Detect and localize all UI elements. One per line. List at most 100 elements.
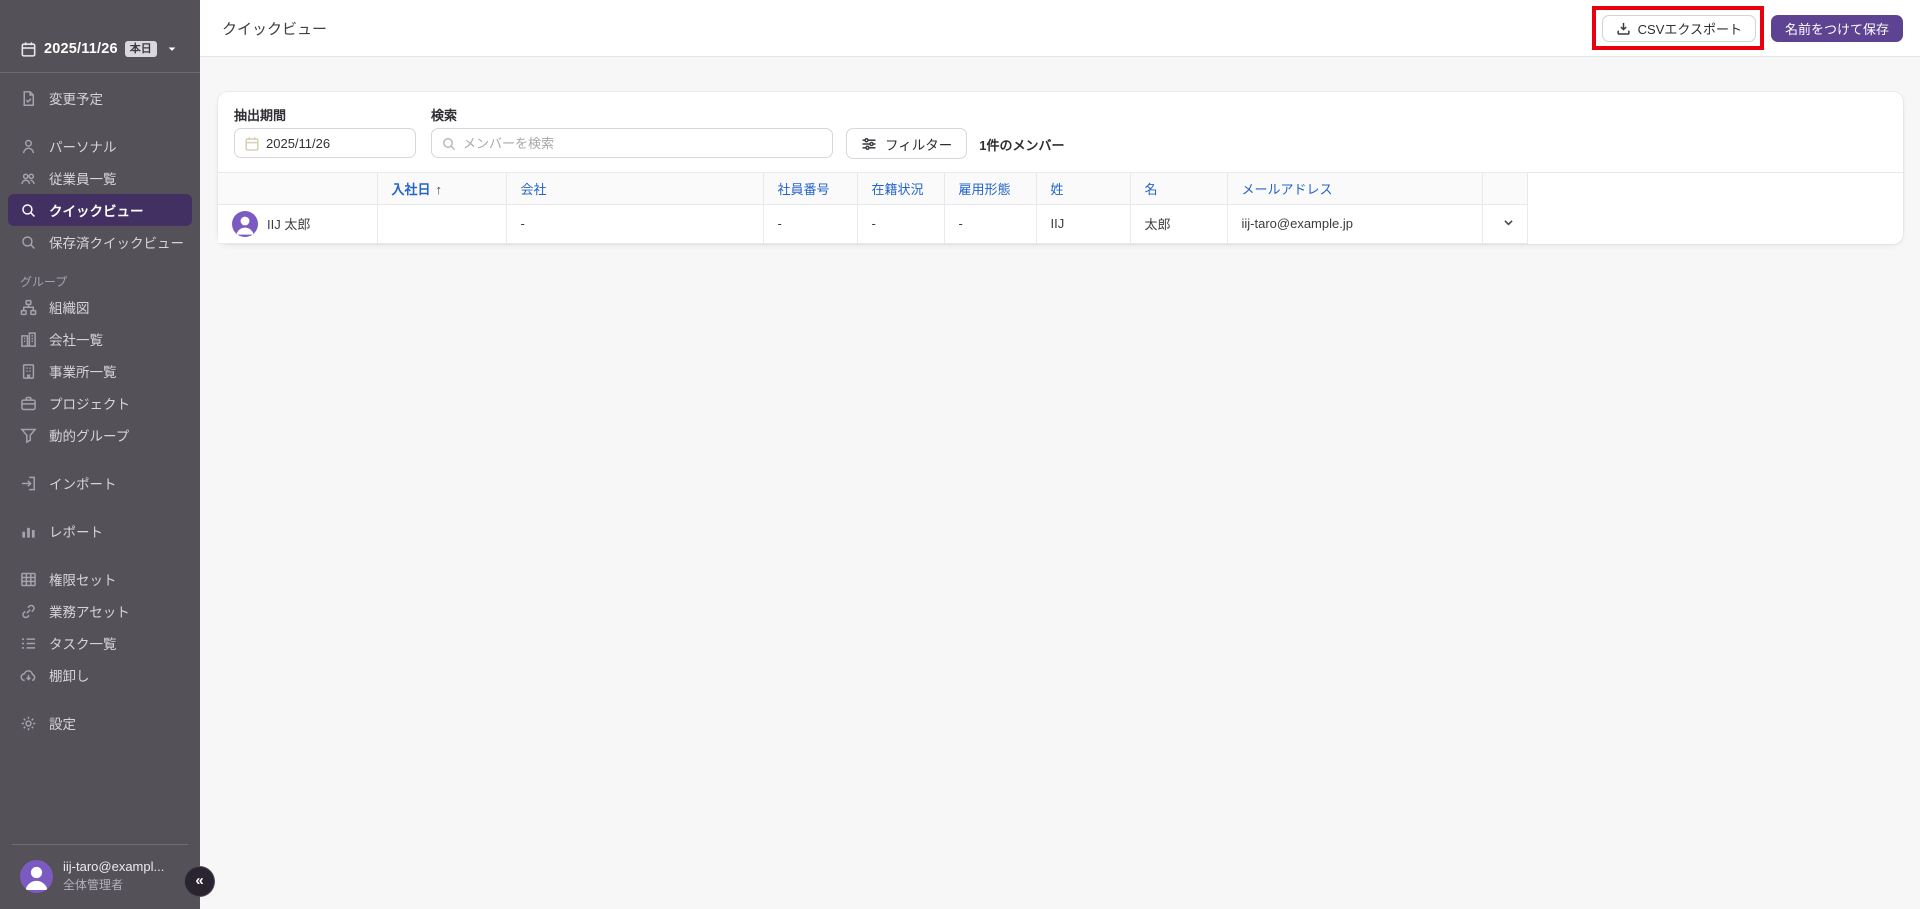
column-label[interactable]: 姓 <box>1051 182 1064 197</box>
sidebar-item-project[interactable]: プロジェクト <box>0 387 200 419</box>
sidebar-item-label: 事業所一覧 <box>49 365 117 380</box>
period-filter-group: 抽出期間 <box>234 105 416 158</box>
user-avatar <box>20 859 53 893</box>
sidebar-item-task-list[interactable]: タスク一覧 <box>0 627 200 659</box>
filter-button[interactable]: フィルター <box>846 128 968 159</box>
search-input-box <box>431 128 833 158</box>
sidebar-item-report[interactable]: レポート <box>0 515 200 547</box>
sidebar-item-inventory[interactable]: 棚卸し <box>0 659 200 691</box>
sidebar-footer: iij-taro@exampl... 全体管理者 <box>0 830 200 909</box>
user-account[interactable]: iij-taro@exampl... 全体管理者 <box>0 859 200 893</box>
topbar: クイックビュー CSVエクスポート 名前をつけて保存 <box>200 0 1920 57</box>
link-icon <box>20 603 37 620</box>
sidebar-item-label: 棚卸し <box>49 669 90 684</box>
search-icon <box>20 234 37 251</box>
app-root: 2025/11/26 本日 変更予定 パーソナル 従業員一覧 クイックビュー 保存済クイ… <box>0 0 1920 909</box>
sidebar-item-office-list[interactable]: 事業所一覧 <box>0 355 200 387</box>
sidebar-item-settings[interactable]: 設定 <box>0 707 200 739</box>
sidebar-item-company-list[interactable]: 会社一覧 <box>0 323 200 355</box>
table-body: IIJ 太郎 - - - - IIJ 太郎 iij-taro@example.jp <box>218 204 1528 244</box>
save-as-button[interactable]: 名前をつけて保存 <box>1770 14 1903 42</box>
column-label[interactable]: 在籍状況 <box>872 182 924 197</box>
sidebar-item-change-schedule[interactable]: 変更予定 <box>0 82 200 114</box>
sidebar-item-business-asset[interactable]: 業務アセット <box>0 595 200 627</box>
column-header-email[interactable]: メールアドレス <box>1227 173 1483 205</box>
task-list-icon <box>20 635 37 652</box>
gear-icon <box>20 715 37 732</box>
user-meta: iij-taro@exampl... 全体管理者 <box>63 859 164 893</box>
column-header-employment-type[interactable]: 雇用形態 <box>944 173 1037 205</box>
caret-down-icon <box>166 43 178 55</box>
sidebar-item-dynamic-group[interactable]: 動的グループ <box>0 419 200 451</box>
column-label[interactable]: 雇用形態 <box>959 182 1011 197</box>
column-label[interactable]: 入社日 <box>392 182 431 197</box>
filter-button-label: フィルター <box>885 137 953 153</box>
column-label[interactable]: メールアドレス <box>1242 182 1333 197</box>
column-label[interactable]: 社員番号 <box>778 182 830 197</box>
today-badge: 本日 <box>124 40 157 58</box>
member-name: IIJ 太郎 <box>267 217 311 232</box>
column-header-last-name[interactable]: 姓 <box>1036 173 1131 205</box>
grid-icon <box>20 571 37 588</box>
column-label[interactable]: 会社 <box>521 182 547 197</box>
sidebar-item-employee-list[interactable]: 従業員一覧 <box>0 162 200 194</box>
column-header-first-name[interactable]: 名 <box>1130 173 1228 205</box>
person-icon <box>20 138 37 155</box>
members-table: 入社日 ↑ 会社 社員番号 在籍状況 雇用形態 姓 名 メールアドレス IIJ 太郎 - - - - II… <box>218 173 1528 244</box>
sidebar-item-org-chart[interactable]: 組織図 <box>0 291 200 323</box>
sidebar-item-label: 組織図 <box>49 301 90 316</box>
sidebar-item-personal[interactable]: パーソナル <box>0 130 200 162</box>
sidebar-collapse-button[interactable]: « <box>184 866 215 897</box>
people-icon <box>20 170 37 187</box>
sidebar-item-label: 変更予定 <box>49 92 103 107</box>
sort-asc-icon: ↑ <box>435 181 443 197</box>
sidebar-nav: 変更予定 パーソナル 従業員一覧 クイックビュー 保存済クイックビュー グループ 組織図 会社… <box>0 82 200 739</box>
sidebar-divider <box>0 72 200 73</box>
date-selector[interactable]: 2025/11/26 本日 <box>0 36 200 62</box>
selected-date: 2025/11/26 <box>44 41 118 57</box>
member-link[interactable]: IIJ 太郎 <box>232 210 369 237</box>
column-header-employee-no[interactable]: 社員番号 <box>763 173 858 205</box>
sidebar-item-label: 保存済クイックビュー <box>49 236 184 251</box>
topbar-actions: CSVエクスポート 名前をつけて保存 <box>1591 5 1903 50</box>
table-row: IIJ 太郎 - - - - IIJ 太郎 iij-taro@example.jp <box>218 204 1528 244</box>
sidebar-item-quick-view[interactable]: クイックビュー <box>8 194 192 226</box>
sidebar-item-label: 会社一覧 <box>49 333 103 348</box>
search-icon <box>441 136 457 152</box>
column-label[interactable]: 名 <box>1145 182 1158 197</box>
sidebar-item-import[interactable]: インポート <box>0 467 200 499</box>
calendar-icon <box>244 136 260 152</box>
search-input[interactable] <box>432 129 832 157</box>
csv-export-button[interactable]: CSVエクスポート <box>1601 14 1756 42</box>
table-header-row: 入社日 ↑ 会社 社員番号 在籍状況 雇用形態 姓 名 メールアドレス <box>218 173 1528 205</box>
save-as-label: 名前をつけて保存 <box>1784 21 1889 37</box>
search-icon <box>20 202 37 219</box>
search-filter-group: 検索 <box>431 105 833 158</box>
sidebar-group: 設定 <box>0 707 200 739</box>
sidebar-item-label: 権限セット <box>49 573 117 588</box>
sidebar-item-label: インポート <box>49 477 117 492</box>
sidebar-item-label: レポート <box>49 525 103 540</box>
column-header-hire-date[interactable]: 入社日 ↑ <box>377 173 507 205</box>
sidebar-group: レポート <box>0 515 200 547</box>
bar-chart-icon <box>20 523 37 540</box>
user-email: iij-taro@exampl... <box>63 859 165 874</box>
sidebar-group: パーソナル 従業員一覧 クイックビュー保存済クイックビュー <box>0 130 200 258</box>
column-header-company[interactable]: 会社 <box>506 173 764 205</box>
column-header-enrollment-status[interactable]: 在籍状況 <box>857 173 945 205</box>
sidebar-item-label: 設定 <box>49 717 76 732</box>
cloud-download-icon <box>20 667 37 684</box>
sidebar-group: グループ 組織図 会社一覧 事業所一覧 プロジェクト 動的グループ <box>0 274 200 451</box>
sidebar-item-permission-set[interactable]: 権限セット <box>0 563 200 595</box>
collapse-icon: « <box>195 872 204 889</box>
page-title: クイックビュー <box>222 20 328 38</box>
column-header-member <box>218 173 378 205</box>
sidebar-item-saved-quick-view[interactable]: 保存済クイックビュー <box>0 226 200 258</box>
row-expand-button[interactable] <box>1497 211 1520 237</box>
period-input[interactable] <box>235 129 415 157</box>
sidebar-group: インポート <box>0 467 200 499</box>
sliders-icon <box>861 136 877 152</box>
download-icon <box>1616 21 1631 36</box>
column-header-actions <box>1482 173 1528 205</box>
cell-last-name: IIJ <box>1036 204 1131 244</box>
